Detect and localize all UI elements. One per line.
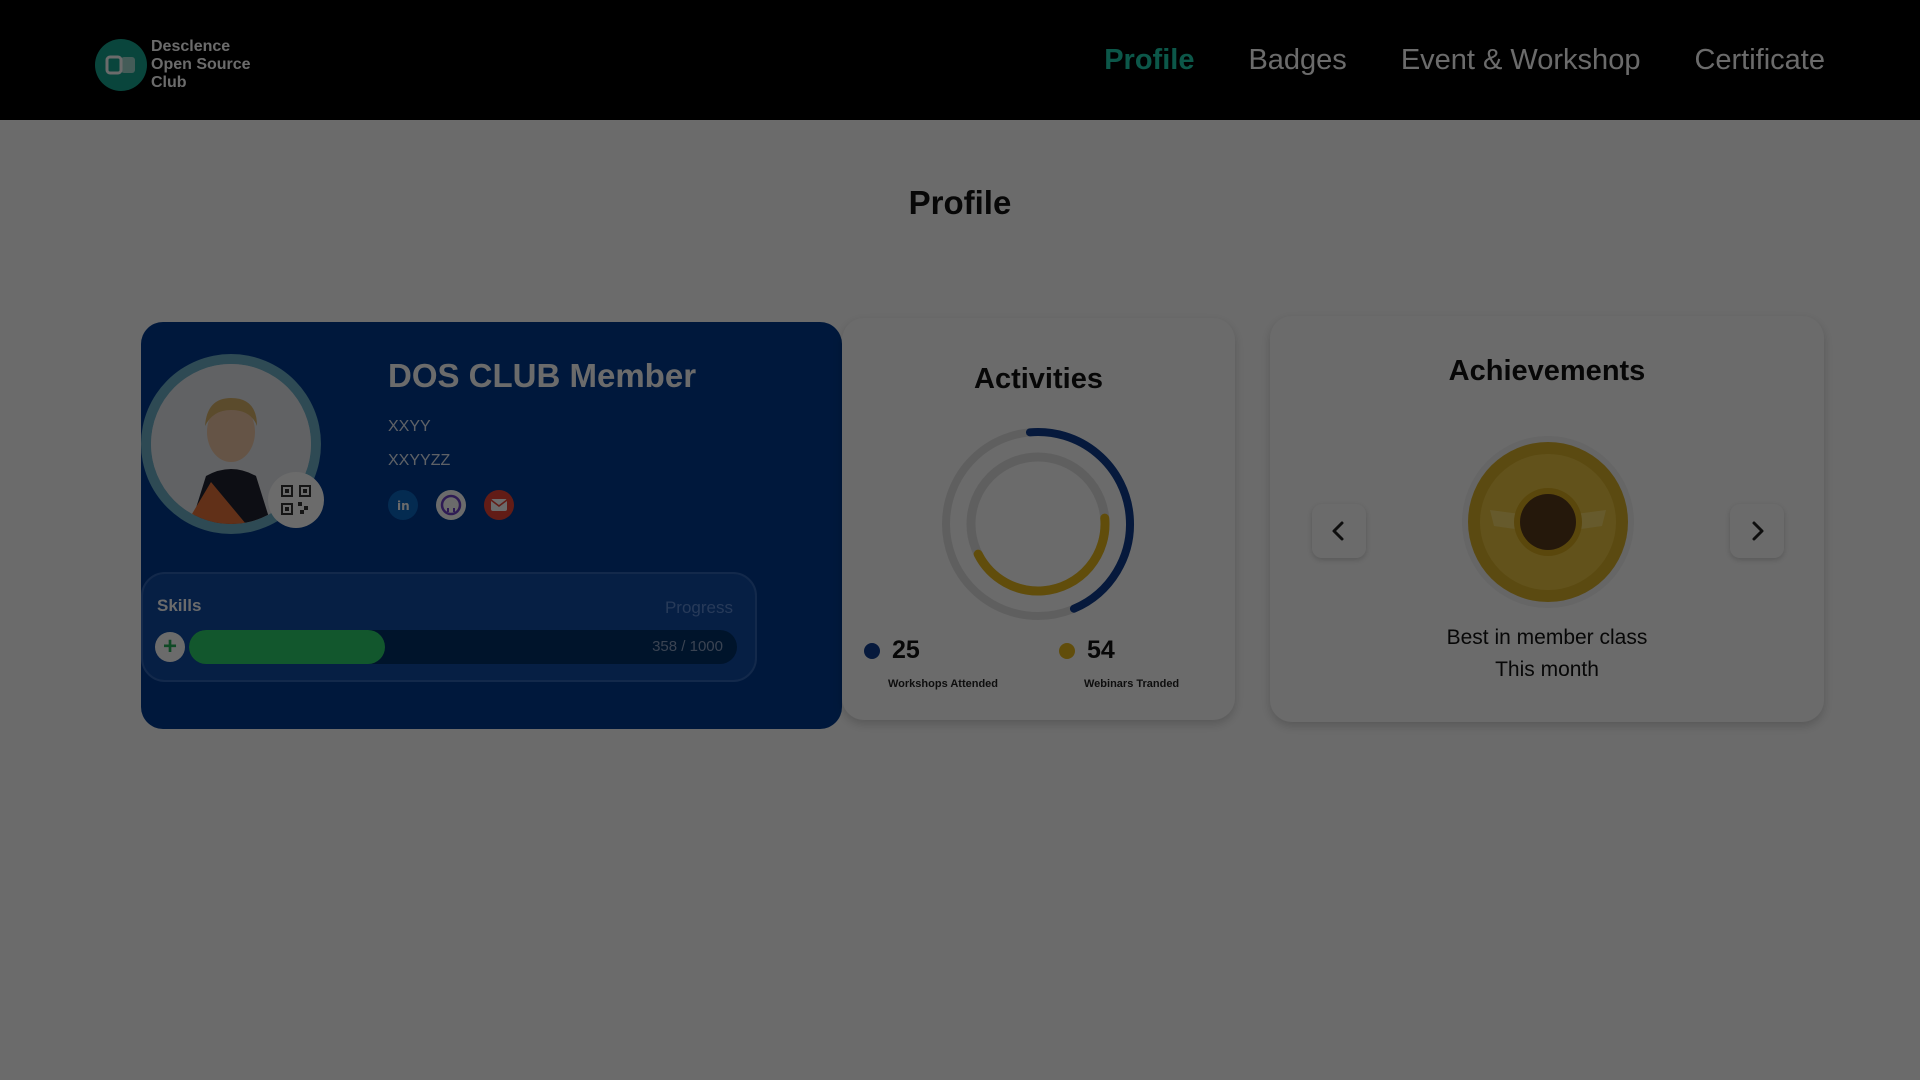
progress-label: Progress xyxy=(664,598,733,617)
club-name: Desclence Open Source Club xyxy=(151,38,251,92)
social-links: in xyxy=(388,490,514,520)
webinars-stat: 54 xyxy=(1059,636,1115,665)
nav-profile[interactable]: Profile xyxy=(1104,40,1194,80)
webinars-caption: Webinars Tranded xyxy=(1084,678,1180,690)
activities-title: Activities xyxy=(974,363,1103,395)
previous-achievement-button[interactable] xyxy=(1312,504,1366,558)
member-subtext: XXYYZZ xyxy=(388,452,451,469)
email-icon[interactable] xyxy=(484,490,514,520)
nav-event-workshop[interactable]: Event & Workshop xyxy=(1401,40,1641,80)
club-logo[interactable]: Desclence Open Source Club xyxy=(95,38,251,92)
skills-progress-text: 358 / 1000 xyxy=(652,638,723,655)
workshops-legend-dot xyxy=(864,642,880,659)
svg-text:in: in xyxy=(397,499,410,513)
top-navbar: Desclence Open Source Club Profile Badge… xyxy=(0,0,1920,120)
skills-progress-fill xyxy=(189,630,386,664)
nav-certificate[interactable]: Certificate xyxy=(1694,40,1825,80)
webinars-legend-dot xyxy=(1059,642,1075,659)
member-id: XXYY xyxy=(388,418,431,435)
achievement-line1: Best in member class xyxy=(1446,626,1648,649)
main-nav: Profile Badges Event & Workshop Certific… xyxy=(1104,40,1825,80)
club-name-line3: Club xyxy=(151,74,187,91)
club-name-line1: Desclence xyxy=(151,38,231,55)
chevron-left-icon xyxy=(1332,521,1344,541)
achievement-line2: This month xyxy=(1495,658,1599,681)
member-card: DOS CLUB Member XXYY XXYYZZ in Skills Pr… xyxy=(141,322,842,729)
achievements-card: Achievements Best in member class This m… xyxy=(1270,316,1824,722)
dos-logo-icon xyxy=(95,39,147,91)
skills-label: Skills xyxy=(157,596,202,615)
member-title: DOS CLUB Member xyxy=(388,357,697,394)
skills-panel: Skills Progress + 358 / 1000 xyxy=(141,572,757,682)
chevron-right-icon xyxy=(1752,521,1764,541)
next-achievement-button[interactable] xyxy=(1730,504,1784,558)
club-name-line2: Open Source xyxy=(151,56,251,73)
skills-progress-bar: 358 / 1000 xyxy=(189,630,737,664)
linkedin-icon[interactable]: in xyxy=(388,490,418,520)
workshops-stat: 25 xyxy=(864,636,920,665)
nav-badges[interactable]: Badges xyxy=(1248,40,1346,80)
workshops-count: 25 xyxy=(892,636,920,664)
activities-card: Activities 25 Workshops Attended 54 Webi… xyxy=(842,318,1235,720)
qr-code-icon[interactable] xyxy=(268,472,324,528)
achievements-title: Achievements xyxy=(1448,355,1646,387)
add-skill-button[interactable]: + xyxy=(155,632,185,662)
activities-donut-chart xyxy=(942,428,1134,620)
workshops-caption: Workshops Attended xyxy=(888,678,999,690)
page-title: Profile xyxy=(908,184,1012,221)
github-icon[interactable] xyxy=(436,490,466,520)
gold-medal-icon xyxy=(1462,436,1634,608)
webinars-arc xyxy=(966,452,1110,596)
webinars-count: 54 xyxy=(1087,636,1115,664)
